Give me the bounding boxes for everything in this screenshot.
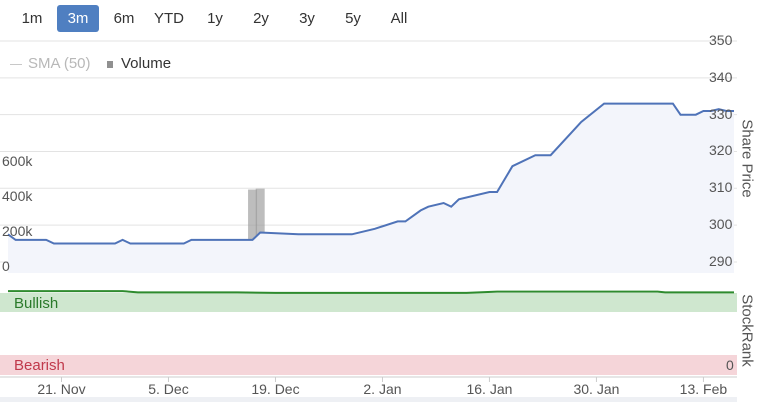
square-legend-icon <box>107 60 113 68</box>
x-tick-label: 30. Jan <box>573 381 620 397</box>
volume-tick-label: 600k <box>2 152 33 169</box>
price-tick-label: 320 <box>709 142 733 159</box>
range-3y-button[interactable]: 3y <box>286 5 328 32</box>
x-tick-label: 19. Dec <box>251 381 300 397</box>
range-5y-button[interactable]: 5y <box>332 5 374 32</box>
x-tick-label: 13. Feb <box>679 381 728 397</box>
x-tick-label: 16. Jan <box>466 381 513 397</box>
navigator-bar <box>0 397 737 402</box>
x-tick-label: 21. Nov <box>37 381 86 397</box>
line-legend-icon <box>10 63 22 65</box>
range-selector: 1m 3m 6m YTD 1y 2y 3y 5y All <box>0 0 762 36</box>
bullish-zone <box>0 293 737 312</box>
range-2y-button[interactable]: 2y <box>240 5 282 32</box>
chart-legend: SMA (50) Volume <box>10 55 171 73</box>
volume-tick-label: 200k <box>2 222 33 239</box>
price-tick-label: 350 <box>709 32 733 48</box>
bearish-label: Bearish <box>14 357 65 374</box>
legend-volume-label: Volume <box>121 55 172 72</box>
price-tick-label: 310 <box>709 179 733 196</box>
price-tick-label: 300 <box>709 216 733 233</box>
share-price-axis-title: Share Price <box>738 119 756 198</box>
stockrank-zero-label: 0 <box>726 357 734 373</box>
price-tick-label: 330 <box>709 105 733 122</box>
range-1y-button[interactable]: 1y <box>194 5 236 32</box>
range-all-button[interactable]: All <box>378 5 420 32</box>
legend-sma-label: SMA (50) <box>28 55 91 72</box>
volume-tick-label: 400k <box>2 187 33 204</box>
x-tick-label: 2. Jan <box>363 381 402 397</box>
range-3m-button[interactable]: 3m <box>57 5 99 32</box>
legend-sma[interactable]: SMA (50) <box>10 55 91 72</box>
bearish-zone <box>0 355 737 375</box>
legend-volume[interactable]: Volume <box>107 55 171 72</box>
volume-tick-label: 0 <box>2 258 10 274</box>
price-tick-label: 290 <box>709 252 733 269</box>
bullish-label: Bullish <box>14 295 59 312</box>
x-tick-label: 5. Dec <box>148 381 189 397</box>
range-ytd-button[interactable]: YTD <box>148 5 190 32</box>
range-1m-button[interactable]: 1m <box>11 5 53 32</box>
stockrank-axis-title: StockRank <box>738 294 756 367</box>
range-6m-button[interactable]: 6m <box>103 5 145 32</box>
price-tick-label: 340 <box>709 68 733 85</box>
